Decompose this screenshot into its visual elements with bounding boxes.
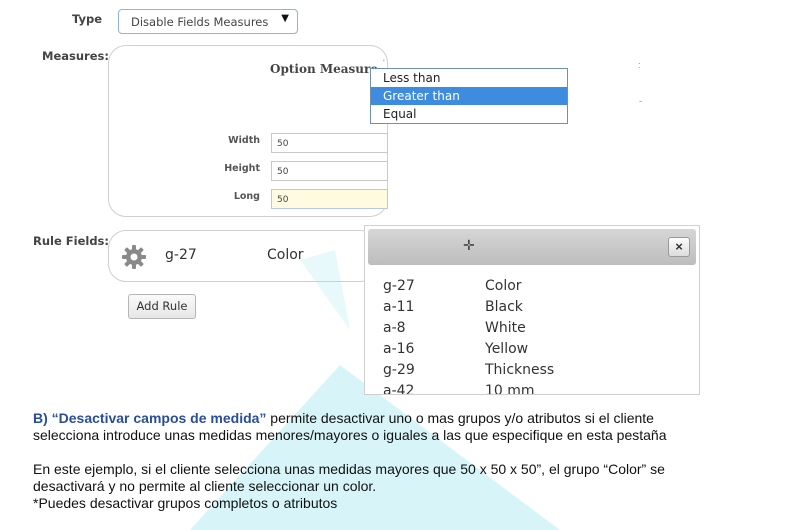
rule-fields-panel: g-27 Color xyxy=(108,230,378,282)
divider-mark: - xyxy=(639,96,642,106)
popup-list: g-27 Color a-11 Black a-8 White a-16 Yellow … xyxy=(383,276,554,395)
list-item[interactable]: g-27 Color xyxy=(383,276,554,297)
divider-mark: : xyxy=(638,60,641,70)
move-cursor-icon: ✛ xyxy=(463,237,475,253)
item-name: Thickness xyxy=(485,362,555,378)
dropdown-option-equal[interactable]: Equal xyxy=(371,105,567,123)
item-code: a-11 xyxy=(383,299,415,315)
item-name: White xyxy=(485,320,526,336)
item-code: g-29 xyxy=(383,362,415,378)
description-heading: B) “Desactivar campos de medida” xyxy=(33,410,267,426)
list-item[interactable]: a-42 10 mm xyxy=(383,381,554,395)
rule-field-code: g-27 xyxy=(165,247,197,263)
item-name: Yellow xyxy=(485,341,529,357)
divider-mark: ' xyxy=(383,58,385,68)
long-label: Long xyxy=(233,191,260,202)
gear-icon[interactable] xyxy=(121,244,147,270)
item-code: g-27 xyxy=(383,278,415,294)
description-line: B) “Desactivar campos de medida” permite… xyxy=(33,410,803,427)
type-label: Type xyxy=(72,12,103,26)
item-name: Black xyxy=(485,299,523,315)
width-label: Width xyxy=(228,135,260,146)
item-name: Color xyxy=(485,278,522,294)
item-code: a-8 xyxy=(383,320,406,336)
item-code: a-42 xyxy=(383,383,415,395)
dropdown-option-less-than[interactable]: Less than xyxy=(371,69,567,87)
rule-field-name: Color xyxy=(267,247,304,263)
description-line4: desactivará y no permite al cliente sele… xyxy=(33,478,377,494)
height-field[interactable]: 50 xyxy=(271,161,388,181)
rule-fields-label: Rule Fields: xyxy=(33,234,110,248)
measures-label: Measures: xyxy=(42,49,109,63)
field-picker-popup: ✛ × g-27 Color a-11 Black a-8 White a-16 Yel… xyxy=(364,225,700,395)
description-line3: En este ejemplo, si el cliente seleccion… xyxy=(33,461,665,477)
dropdown-option-greater-than[interactable]: Greater than xyxy=(371,87,567,105)
long-field[interactable]: 50 xyxy=(271,189,388,209)
list-item[interactable]: a-16 Yellow xyxy=(383,339,554,360)
add-rule-button[interactable]: Add Rule xyxy=(128,294,196,319)
description-line1: permite desactivar uno o mas grupos y/o … xyxy=(266,410,654,426)
option-measure-label: Option Measure xyxy=(270,62,378,76)
description-line2: selecciona introduce unas medidas menore… xyxy=(33,427,667,443)
list-item[interactable]: a-8 White xyxy=(383,318,554,339)
height-label: Height xyxy=(224,163,260,174)
type-select-value: Disable Fields Measures xyxy=(131,15,269,29)
close-icon[interactable]: × xyxy=(668,237,690,257)
list-item[interactable]: g-29 Thickness xyxy=(383,360,554,381)
description-text: B) “Desactivar campos de medida” permite… xyxy=(33,410,803,512)
width-field[interactable]: 50 xyxy=(271,133,388,153)
option-measure-dropdown[interactable]: Less than Greater than Equal xyxy=(370,68,568,124)
item-code: a-16 xyxy=(383,341,415,357)
description-line5: *Puedes desactivar grupos completos o at… xyxy=(33,495,338,511)
item-name: 10 mm xyxy=(485,383,535,395)
list-item[interactable]: a-11 Black xyxy=(383,297,554,318)
caret-down-icon: ▼ xyxy=(281,13,289,24)
popup-header[interactable]: ✛ × xyxy=(368,229,696,265)
type-select[interactable]: Disable Fields Measures ▼ xyxy=(118,9,298,34)
